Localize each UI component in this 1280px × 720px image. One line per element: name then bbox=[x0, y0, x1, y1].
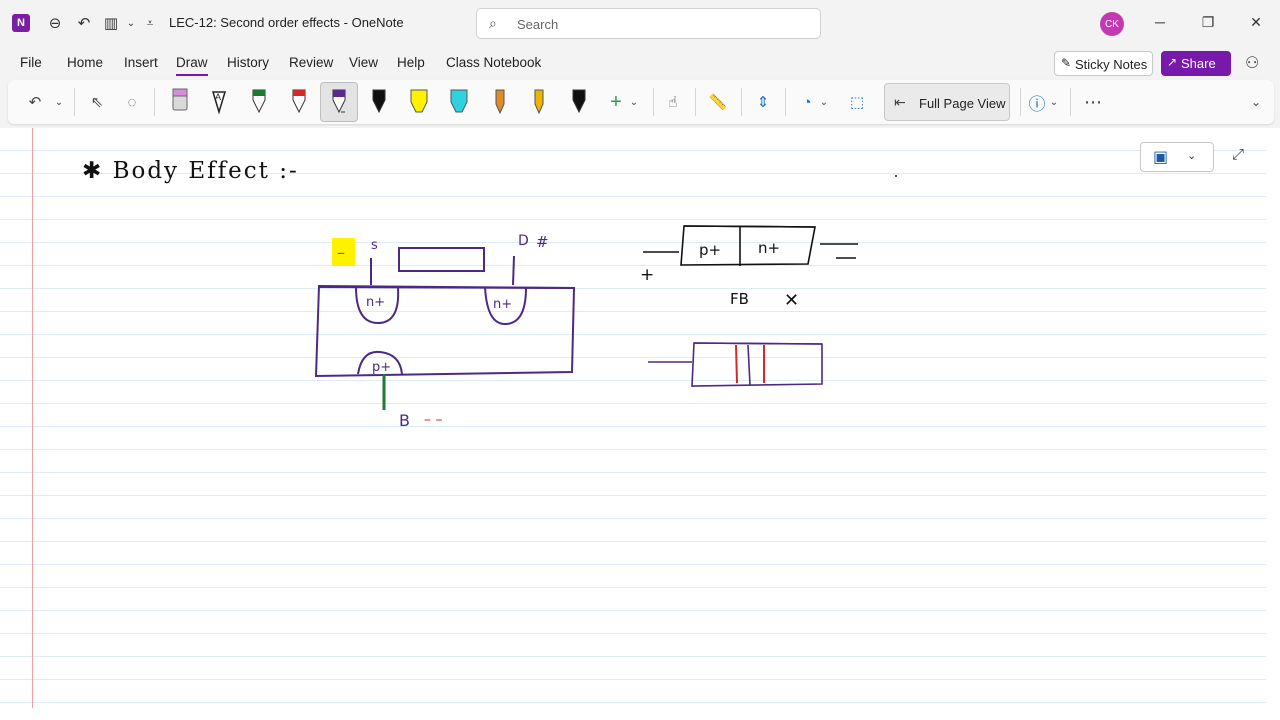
help-chevron-icon[interactable]: ⌄ bbox=[1048, 86, 1060, 118]
ink-drawing-canvas[interactable]: ✱ Body Effect :- – s D # n+ n+ p+ B – – … bbox=[0, 128, 1266, 720]
pens-quick-icon[interactable]: ▥ bbox=[100, 12, 122, 34]
pen-black-icon[interactable] bbox=[367, 86, 391, 118]
search-icon: ⌕ bbox=[489, 15, 497, 31]
more-options-icon[interactable]: ⋯ bbox=[1082, 86, 1104, 118]
customize-quick-access-icon[interactable]: ⩡ bbox=[139, 12, 161, 34]
forward-bias-label: FB bbox=[730, 290, 749, 308]
pen-purple-selected[interactable] bbox=[320, 82, 358, 122]
heading-body-effect: ✱ Body Effect :- bbox=[82, 158, 299, 184]
ruler-icon[interactable]: 📏 bbox=[707, 86, 729, 118]
minimize-icon[interactable]: ─ bbox=[1150, 12, 1170, 32]
full-page-view-button[interactable]: ⇤ Full Page View bbox=[884, 83, 1010, 121]
onenote-logo-icon: N bbox=[12, 14, 30, 32]
svg-text:A: A bbox=[215, 92, 221, 102]
ink-to-shape-icon[interactable]: ⬚ bbox=[846, 86, 868, 118]
undo-dropdown-chevron-icon[interactable]: ⌄ bbox=[52, 86, 66, 118]
shapes-chevron-icon[interactable]: ⌄ bbox=[818, 86, 830, 118]
menu-home[interactable]: Home bbox=[67, 55, 103, 70]
drain-hash-mark: # bbox=[536, 233, 549, 251]
search-box[interactable]: ⌕ Search bbox=[476, 8, 821, 39]
window-title: LEC-12: Second order effects - OneNote bbox=[169, 15, 404, 30]
cross-mark: ✕ bbox=[784, 290, 799, 311]
p-plus-body-label: p+ bbox=[372, 360, 391, 375]
page-scrollbar[interactable] bbox=[1266, 128, 1280, 720]
mosfet-cross-section bbox=[314, 247, 576, 378]
avatar[interactable]: CK bbox=[1100, 12, 1124, 36]
share-label: Share bbox=[1181, 56, 1216, 71]
menu-draw[interactable]: Draw bbox=[176, 55, 208, 76]
menu-insert[interactable]: Insert bbox=[124, 55, 158, 70]
restore-icon[interactable]: ❐ bbox=[1198, 12, 1218, 32]
pen-green-icon[interactable] bbox=[247, 86, 271, 118]
sticky-notes-button[interactable]: ✎ Sticky Notes bbox=[1054, 51, 1153, 76]
ribbon-divider bbox=[653, 88, 654, 116]
highlighter-yellow-icon[interactable] bbox=[407, 86, 431, 118]
menu-history[interactable]: History bbox=[227, 55, 269, 70]
drain-label: D bbox=[518, 233, 529, 249]
depletion-diode-sketch bbox=[648, 342, 823, 387]
source-label: s bbox=[371, 238, 378, 253]
lasso-select-icon[interactable]: ◌ bbox=[121, 86, 143, 118]
n-plus-left-label: n+ bbox=[366, 295, 385, 310]
menu-file[interactable]: File bbox=[20, 55, 42, 70]
ribbon-divider bbox=[1020, 88, 1021, 116]
menu-view[interactable]: View bbox=[349, 55, 378, 70]
people-icon[interactable]: ⚇ bbox=[1245, 53, 1259, 73]
menu-bar: File Home Insert Draw History Review Vie… bbox=[0, 46, 1280, 80]
draw-with-touch-icon[interactable]: ☝ bbox=[662, 86, 684, 118]
pn-diode-sketch bbox=[643, 225, 858, 266]
close-icon[interactable]: ✕ bbox=[1246, 12, 1266, 32]
pen-black-outline-icon[interactable]: A bbox=[207, 86, 231, 118]
add-pen-icon[interactable]: + bbox=[605, 86, 627, 118]
ribbon-divider bbox=[741, 88, 742, 116]
onenote-app: N ⊖ ↶ ▥ ⌄ ⩡ LEC-12: Second order effects… bbox=[0, 0, 1280, 720]
menu-review[interactable]: Review bbox=[289, 55, 333, 70]
undo-icon[interactable]: ↶ bbox=[24, 86, 46, 118]
back-icon[interactable]: ⊖ bbox=[44, 12, 66, 34]
plus-sign-label: + bbox=[640, 265, 654, 285]
ribbon-divider bbox=[74, 88, 75, 116]
eraser-icon[interactable] bbox=[168, 86, 192, 118]
sticky-note-icon: ✎ bbox=[1061, 56, 1072, 70]
help-icon[interactable]: ⓘ bbox=[1026, 86, 1048, 118]
draw-ribbon: ↶ ⌄ ⇖ ◌ A + ⌄ ☝ 📏 ⇕ ◔ ⌄ ⬚ ⇤ Full Page Vi… bbox=[8, 80, 1274, 124]
pen-purple-icon bbox=[332, 89, 346, 114]
diode-n-plus-label: n+ bbox=[758, 239, 780, 257]
sticky-notes-label: Sticky Notes bbox=[1075, 57, 1148, 72]
ribbon-divider bbox=[785, 88, 786, 116]
add-pen-chevron-icon[interactable]: ⌄ bbox=[628, 86, 640, 118]
highlighter-cyan-icon[interactable] bbox=[447, 86, 471, 118]
select-objects-icon[interactable]: ⇖ bbox=[86, 86, 108, 118]
n-plus-right-label: n+ bbox=[493, 297, 512, 312]
share-icon: ↗ bbox=[1167, 55, 1178, 69]
ink-dot bbox=[895, 175, 897, 177]
note-page[interactable]: ▣ ⌄ ⤢ ✱ Body Effect :- – s D # n+ n+ p+ … bbox=[0, 128, 1266, 720]
menu-help[interactable]: Help bbox=[397, 55, 425, 70]
pencil-orange-icon[interactable] bbox=[488, 86, 512, 118]
menu-class-notebook[interactable]: Class Notebook bbox=[446, 55, 541, 70]
collapse-ribbon-chevron-icon[interactable]: ⌄ bbox=[1248, 86, 1264, 118]
shapes-icon[interactable]: ◔ bbox=[796, 86, 818, 118]
diode-p-plus-label: p+ bbox=[699, 241, 721, 259]
body-label: B bbox=[399, 411, 410, 430]
full-page-view-label: Full Page View bbox=[919, 96, 1006, 111]
pen-black-2-icon[interactable] bbox=[567, 86, 591, 118]
ribbon-divider bbox=[695, 88, 696, 116]
undo-icon[interactable]: ↶ bbox=[73, 12, 95, 34]
full-page-view-icon: ⇤ bbox=[894, 94, 906, 110]
ribbon-divider bbox=[1070, 88, 1071, 116]
pen-red-icon[interactable] bbox=[287, 86, 311, 118]
pencil-yellow-icon[interactable] bbox=[527, 86, 551, 118]
title-bar: N ⊖ ↶ ▥ ⌄ ⩡ LEC-12: Second order effects… bbox=[0, 0, 1280, 46]
depletion-edge-left bbox=[735, 344, 738, 384]
minus-label: – bbox=[337, 243, 345, 262]
insert-space-icon[interactable]: ⇕ bbox=[752, 86, 774, 118]
ribbon-divider bbox=[154, 88, 155, 116]
share-button[interactable]: ↗ Share bbox=[1161, 51, 1231, 76]
body-negative-dashes: – – bbox=[424, 412, 442, 428]
search-placeholder: Search bbox=[517, 17, 559, 32]
